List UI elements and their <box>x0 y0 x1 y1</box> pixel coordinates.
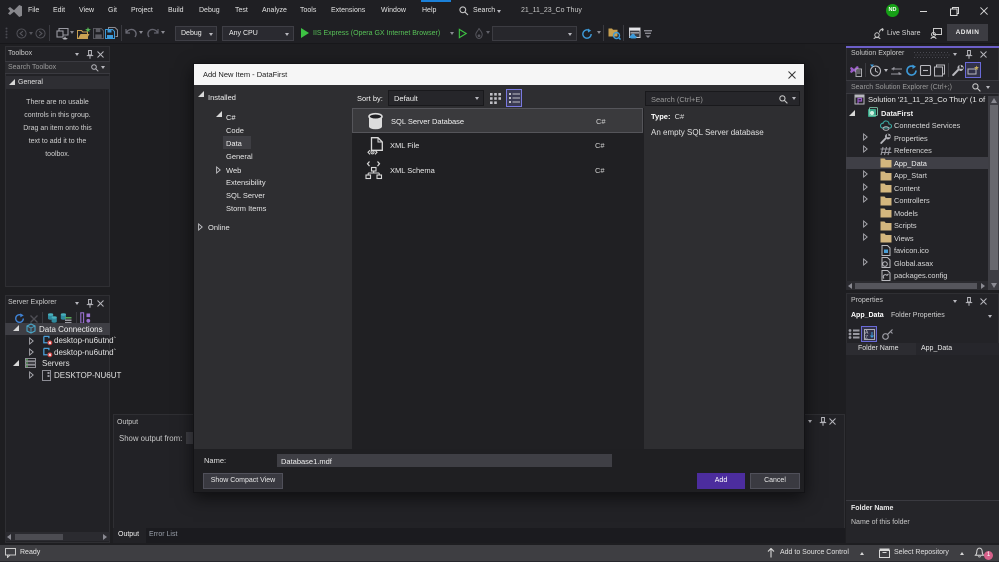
svg-text:Z: Z <box>865 335 868 340</box>
